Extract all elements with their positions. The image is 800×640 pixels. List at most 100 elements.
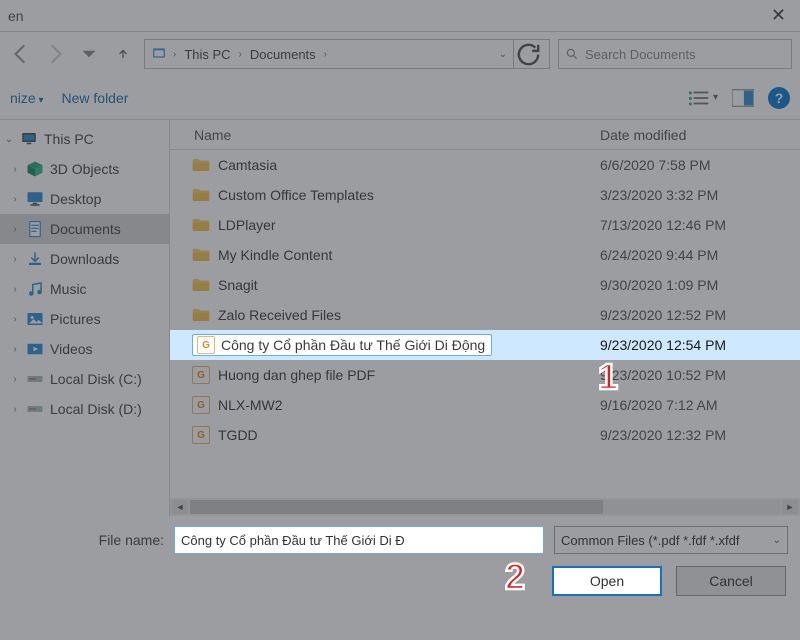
- bottom-panel: File name: Common Files (*.pdf *.fdf *.x…: [0, 516, 800, 618]
- breadcrumb-dropdown-icon[interactable]: ⌄: [497, 49, 509, 60]
- file-row[interactable]: LDPlayer7/13/2020 12:46 PM: [170, 210, 800, 240]
- horizontal-scrollbar[interactable]: ◄ ►: [170, 498, 800, 516]
- file-date: 3/23/2020 3:32 PM: [590, 187, 800, 203]
- file-row[interactable]: NLX-MW2 9/16/2020 7:12 AM: [170, 390, 800, 420]
- chevron-right-icon[interactable]: ›: [237, 49, 244, 60]
- cube-icon: [26, 160, 44, 178]
- filter-text: Common Files (*.pdf *.fdf *.xfdf: [561, 533, 739, 548]
- nav-tree[interactable]: ⌄ This PC ›3D Objects›Desktop›Documents›…: [0, 120, 170, 516]
- expand-icon[interactable]: ›: [10, 404, 20, 415]
- expand-icon[interactable]: ›: [10, 284, 20, 295]
- open-file-dialog: en ✕ › This PC › Documents › ⌄ Search Do…: [0, 0, 800, 640]
- docs-icon: [26, 220, 44, 238]
- expand-icon[interactable]: ›: [10, 344, 20, 355]
- file-list-pane: Name Date modified Camtasia6/6/2020 7:58…: [170, 120, 800, 516]
- pc-icon: [20, 130, 38, 148]
- file-row[interactable]: Zalo Received Files9/23/2020 12:52 PM: [170, 300, 800, 330]
- folder-icon: [192, 276, 210, 294]
- folder-icon: [192, 216, 210, 234]
- tree-label: 3D Objects: [50, 161, 119, 177]
- refresh-icon[interactable]: [513, 39, 543, 69]
- file-row[interactable]: Camtasia6/6/2020 7:58 PM: [170, 150, 800, 180]
- nav-up-icon[interactable]: [110, 41, 136, 67]
- scroll-right-icon[interactable]: ►: [782, 500, 798, 514]
- view-list-icon[interactable]: ▾: [689, 89, 718, 107]
- file-row[interactable]: Công ty Cổ phần Đầu tư Thế Giới Di Động9…: [170, 330, 800, 360]
- breadcrumb-segment[interactable]: This PC: [182, 47, 232, 62]
- file-row[interactable]: Snagit9/30/2020 1:09 PM: [170, 270, 800, 300]
- desktop-icon: [26, 190, 44, 208]
- folder-icon: [192, 156, 210, 174]
- expand-icon[interactable]: ›: [10, 164, 20, 175]
- file-name: NLX-MW2: [218, 397, 283, 413]
- music-icon: [26, 280, 44, 298]
- tree-label: Documents: [50, 221, 121, 237]
- expand-icon[interactable]: ›: [10, 194, 20, 205]
- search-placeholder: Search Documents: [585, 47, 696, 62]
- file-date: 9/23/2020 10:52 PM: [590, 367, 800, 383]
- pdf-file-icon: [192, 366, 210, 384]
- pictures-icon: [26, 310, 44, 328]
- organize-menu[interactable]: nize: [10, 90, 44, 106]
- nav-back-icon[interactable]: [8, 41, 34, 67]
- preview-pane-icon[interactable]: [732, 89, 754, 107]
- new-folder-button[interactable]: New folder: [62, 90, 129, 106]
- file-name: Camtasia: [218, 157, 277, 173]
- breadcrumb[interactable]: › This PC › Documents › ⌄: [144, 39, 550, 69]
- scroll-left-icon[interactable]: ◄: [172, 500, 188, 514]
- sidebar-item-pictures[interactable]: ›Pictures: [0, 304, 169, 334]
- file-list[interactable]: Camtasia6/6/2020 7:58 PMCustom Office Te…: [170, 150, 800, 498]
- cancel-button[interactable]: Cancel: [676, 566, 786, 596]
- file-row[interactable]: Huong dan ghep file PDF9/23/2020 10:52 P…: [170, 360, 800, 390]
- expand-icon[interactable]: ⌄: [4, 134, 14, 145]
- button-row: Open Cancel: [12, 566, 788, 596]
- expand-icon[interactable]: ›: [10, 224, 20, 235]
- sidebar-item-local-disk-c-[interactable]: › Local Disk (C:): [0, 364, 169, 394]
- file-date: 9/16/2020 7:12 AM: [590, 397, 800, 413]
- filename-input[interactable]: [174, 526, 544, 554]
- recent-dropdown-icon[interactable]: [76, 41, 102, 67]
- folder-icon: [192, 306, 210, 324]
- tree-label: This PC: [44, 131, 94, 147]
- search-input[interactable]: Search Documents: [558, 39, 792, 69]
- open-button[interactable]: Open: [552, 566, 662, 596]
- chevron-right-icon[interactable]: ›: [322, 49, 329, 60]
- chevron-down-icon: ⌄: [773, 535, 781, 546]
- sidebar-item-music[interactable]: ›Music: [0, 274, 169, 304]
- downloads-icon: [26, 250, 44, 268]
- close-icon[interactable]: ✕: [765, 5, 792, 26]
- sidebar-item-documents[interactable]: › Documents: [0, 214, 169, 244]
- expand-icon[interactable]: ›: [10, 254, 20, 265]
- file-type-filter[interactable]: Common Files (*.pdf *.fdf *.xfdf ⌄: [554, 526, 788, 554]
- scroll-track[interactable]: [190, 500, 780, 514]
- column-name[interactable]: Name: [170, 120, 590, 149]
- file-row[interactable]: My Kindle Content6/24/2020 9:44 PM: [170, 240, 800, 270]
- scroll-thumb[interactable]: [190, 500, 603, 514]
- disk-icon: [26, 400, 44, 418]
- sidebar-item-videos[interactable]: ›Videos: [0, 334, 169, 364]
- file-row[interactable]: Custom Office Templates3/23/2020 3:32 PM: [170, 180, 800, 210]
- tree-this-pc[interactable]: ⌄ This PC: [0, 124, 169, 154]
- file-date: 9/23/2020 12:32 PM: [590, 427, 800, 443]
- file-name: LDPlayer: [218, 217, 276, 233]
- nav-forward-icon: [42, 41, 68, 67]
- sidebar-item-local-disk-d-[interactable]: › Local Disk (D:): [0, 394, 169, 424]
- column-headers: Name Date modified: [170, 120, 800, 150]
- help-icon[interactable]: ?: [768, 87, 790, 109]
- sidebar-item-3d-objects[interactable]: › 3D Objects: [0, 154, 169, 184]
- pdf-file-icon: [197, 336, 215, 354]
- sidebar-item-downloads[interactable]: › Downloads: [0, 244, 169, 274]
- file-name: Snagit: [218, 277, 258, 293]
- expand-icon[interactable]: ›: [10, 374, 20, 385]
- file-row[interactable]: TGDD9/23/2020 12:32 PM: [170, 420, 800, 450]
- chevron-right-icon[interactable]: ›: [171, 49, 178, 60]
- tree-label: Local Disk (D:): [50, 401, 142, 417]
- tree-label: Local Disk (C:): [50, 371, 142, 387]
- column-date-modified[interactable]: Date modified: [590, 120, 800, 149]
- sidebar-item-desktop[interactable]: ›Desktop: [0, 184, 169, 214]
- expand-icon[interactable]: ›: [10, 314, 20, 325]
- tree-label: Downloads: [50, 251, 119, 267]
- address-bar-row: › This PC › Documents › ⌄ Search Documen…: [0, 32, 800, 76]
- breadcrumb-segment[interactable]: Documents: [248, 47, 318, 62]
- filename-row: File name: Common Files (*.pdf *.fdf *.x…: [12, 526, 788, 554]
